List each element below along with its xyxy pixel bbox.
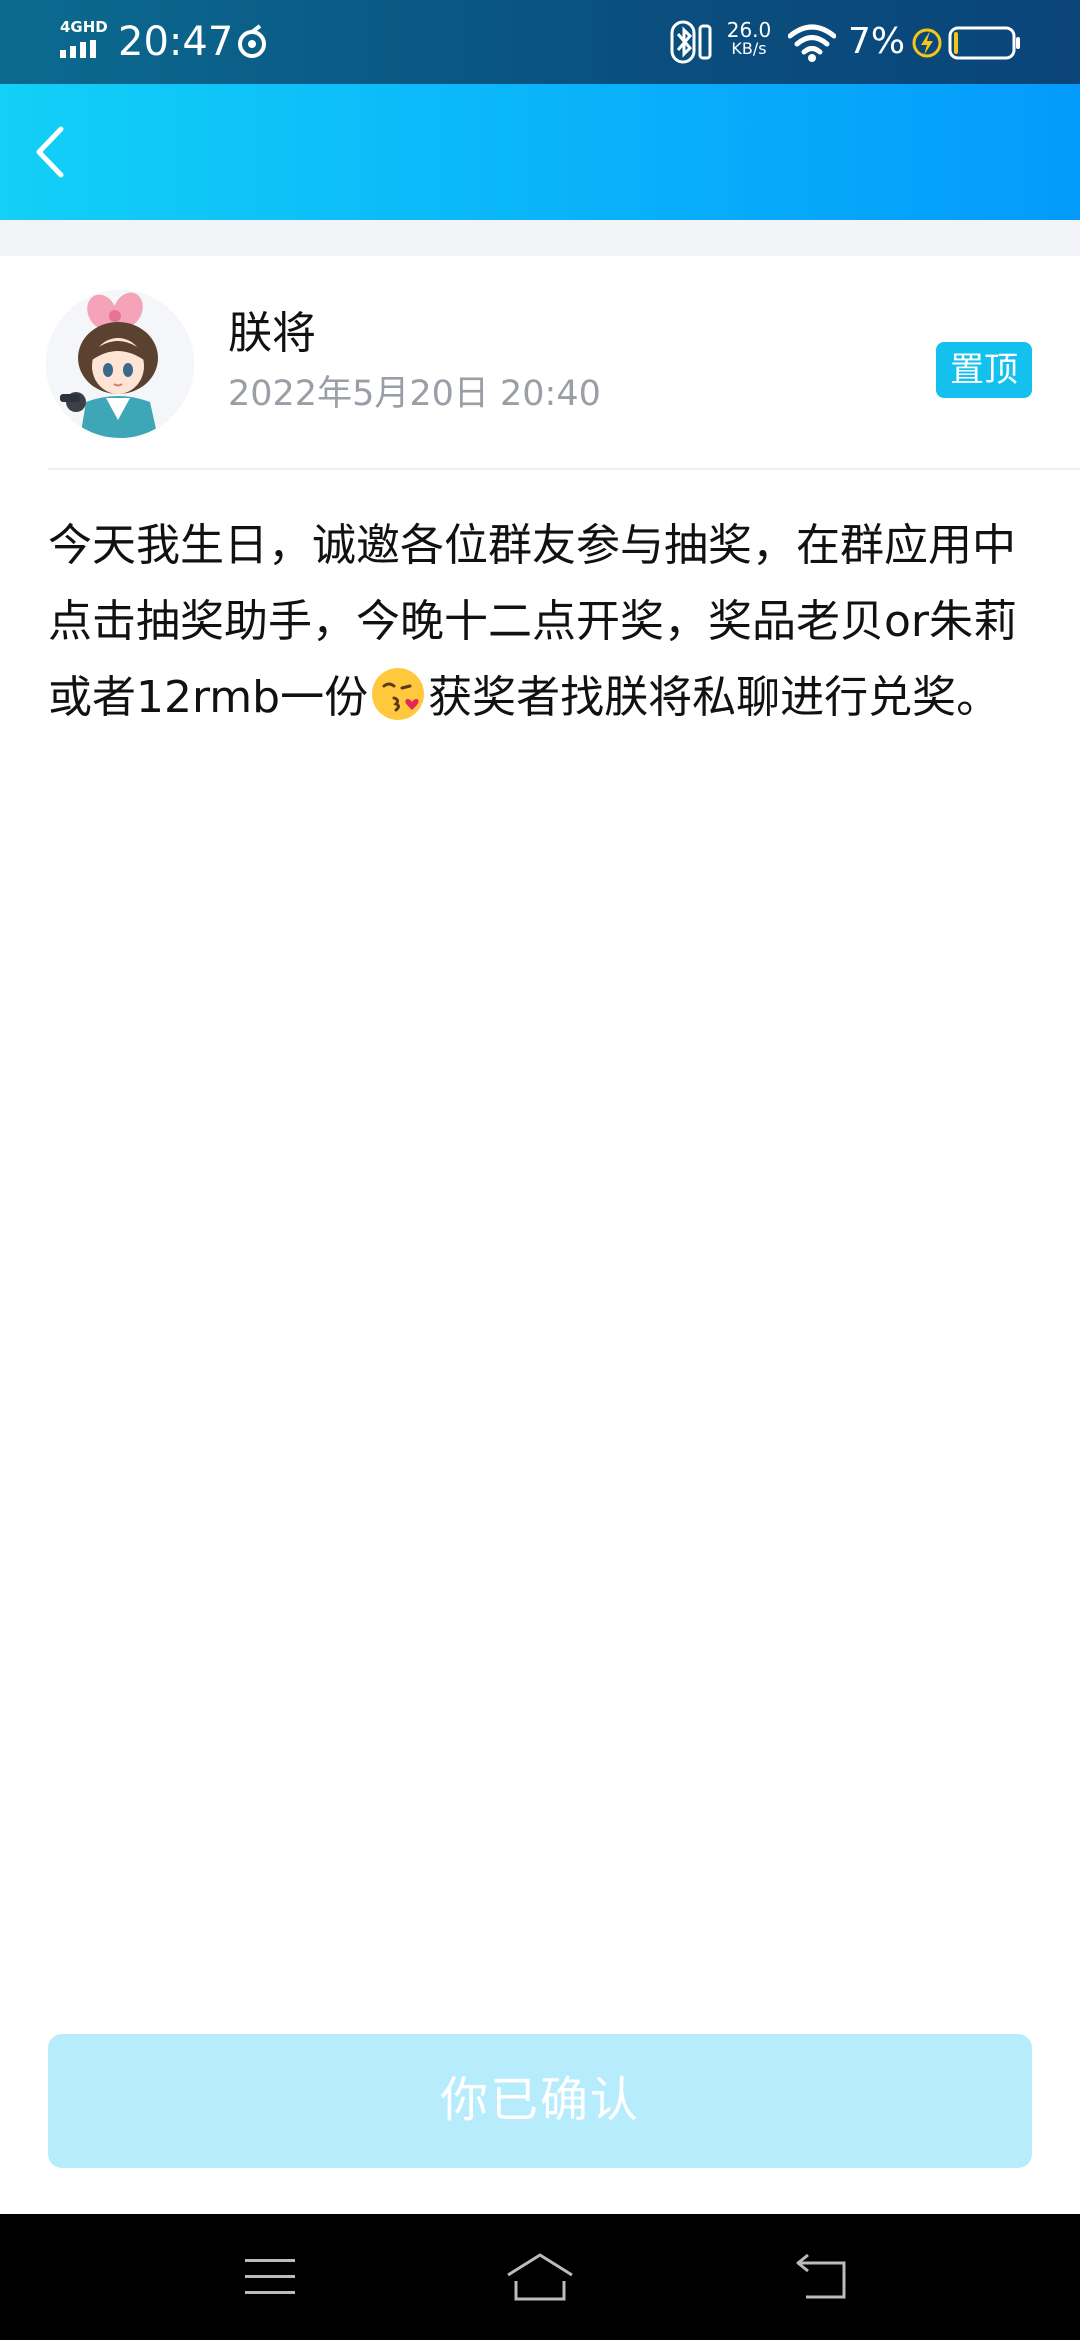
navigation-bar: [0, 2214, 1080, 2340]
network-speed: 26.0 KB/s: [722, 20, 776, 58]
home-icon: [507, 2253, 573, 2301]
screen: 4GHD 20:47 26.0 KB/s 7% 朕将 2022年5月20日 20…: [0, 0, 1080, 2340]
status-time: 20:47: [118, 19, 234, 65]
battery-percent: 7%: [848, 21, 906, 62]
home-button[interactable]: [492, 2244, 588, 2310]
author-name[interactable]: 朕将: [228, 306, 316, 362]
avatar[interactable]: [46, 290, 194, 438]
wifi-icon: [788, 24, 836, 62]
post-text-part2: 获奖者找朕将私聊进行兑奖。: [428, 672, 1001, 723]
divider: [48, 468, 1080, 470]
menu-icon: [245, 2259, 295, 2294]
signal-icon: 4GHD: [58, 18, 108, 60]
back-nav-button[interactable]: [776, 2244, 872, 2310]
status-bar: 4GHD 20:47 26.0 KB/s 7%: [0, 0, 1080, 84]
bluetooth-icon: [670, 20, 712, 64]
confirmed-button[interactable]: 你已确认: [48, 2034, 1032, 2168]
post-date: 2022年5月20日 20:40: [228, 374, 601, 414]
kissing-face-emoji: [372, 668, 425, 720]
title-bar: [0, 84, 1080, 220]
section-gap: [0, 220, 1080, 256]
sync-icon: [238, 24, 266, 58]
back-icon: [796, 2253, 846, 2299]
post-content: 今天我生日，诚邀各位群友参与抽奖，在群应用中点击抽奖助手，今晚十二点开奖，奖品老…: [48, 508, 1032, 736]
network-type: 4GHD: [60, 18, 108, 36]
chevron-left-icon: [36, 126, 64, 178]
charging-icon: [912, 28, 942, 58]
author-section: 朕将 2022年5月20日 20:40 置顶: [0, 256, 1080, 470]
battery-icon: [948, 26, 1020, 60]
speed-unit: KB/s: [731, 39, 767, 58]
menu-button[interactable]: [222, 2244, 318, 2310]
pin-badge: 置顶: [936, 342, 1032, 398]
back-button[interactable]: [12, 112, 88, 192]
